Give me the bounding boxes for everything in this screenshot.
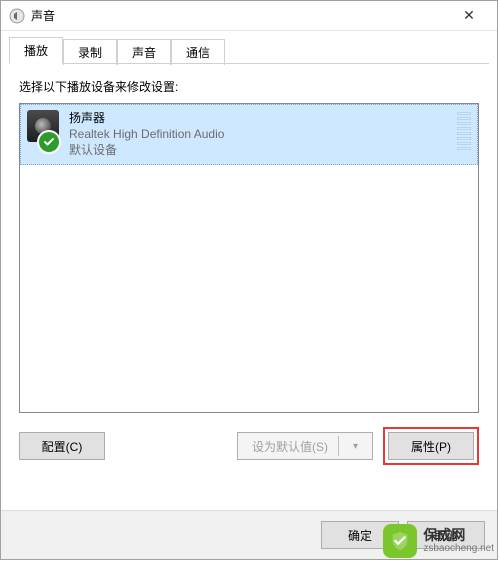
window-title: 声音: [31, 7, 449, 24]
sound-icon: [9, 8, 25, 24]
tab-strip: 播放 录制 声音 通信: [1, 31, 497, 64]
tab-sounds[interactable]: 声音: [117, 39, 171, 65]
tab-recording[interactable]: 录制: [63, 39, 117, 65]
default-check-icon: [39, 132, 59, 152]
split-divider: [338, 436, 339, 456]
highlight-annotation: 属性(P): [383, 427, 479, 465]
set-default-button[interactable]: 设为默认值(S) ▾: [237, 432, 373, 460]
chevron-down-icon: ▾: [353, 441, 358, 452]
set-default-label: 设为默认值(S): [252, 438, 328, 455]
configure-button[interactable]: 配置(C): [19, 432, 105, 460]
device-status: 默认设备: [69, 142, 451, 158]
tab-communications[interactable]: 通信: [171, 39, 225, 65]
device-name: 扬声器: [69, 110, 451, 126]
shield-check-icon: [383, 524, 417, 558]
watermark-en: zsbaocheng.net: [423, 543, 494, 555]
properties-button[interactable]: 属性(P): [388, 432, 474, 460]
device-list[interactable]: 扬声器 Realtek High Definition Audio 默认设备: [19, 103, 479, 413]
device-item-speakers[interactable]: 扬声器 Realtek High Definition Audio 默认设备: [20, 104, 478, 165]
tab-playback[interactable]: 播放: [9, 37, 63, 64]
prompt-text: 选择以下播放设备来修改设置:: [19, 78, 479, 95]
titlebar: 声音 ✕: [1, 1, 497, 31]
close-button[interactable]: ✕: [449, 2, 489, 30]
device-driver: Realtek High Definition Audio: [69, 126, 451, 142]
watermark: 保成网 zsbaocheng.net: [379, 522, 498, 560]
speaker-icon: [27, 110, 61, 150]
watermark-cn: 保成网: [423, 527, 494, 544]
level-meter-icon: [457, 110, 471, 150]
